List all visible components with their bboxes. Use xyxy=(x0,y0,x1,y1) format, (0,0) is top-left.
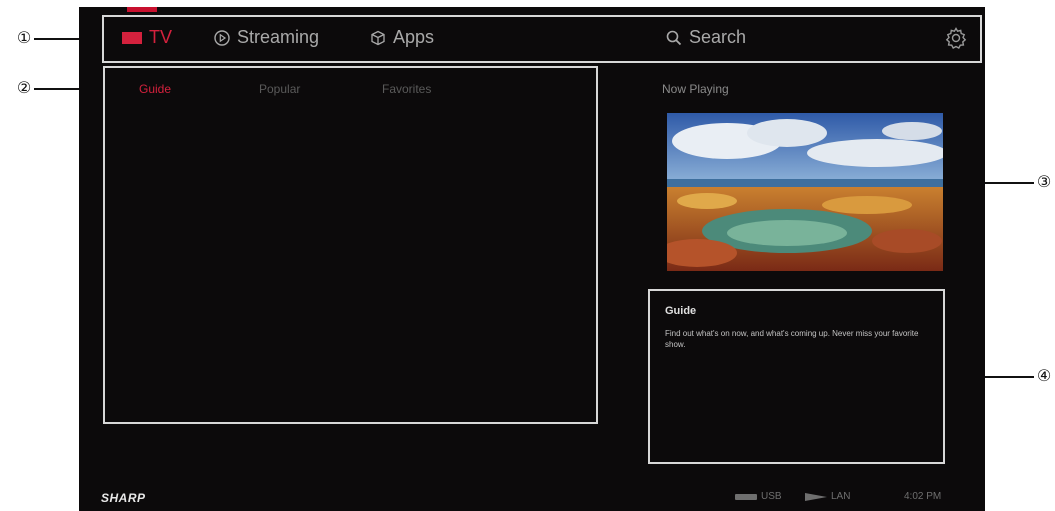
lan-label: LAN xyxy=(831,491,851,502)
nav-streaming-label: Streaming xyxy=(237,27,320,47)
callout-1: ① xyxy=(16,28,32,47)
apps-cube-icon xyxy=(371,30,385,45)
tv-home-screen: TV Streaming Apps Search Guide Popular F… xyxy=(79,7,985,511)
clock: 4:02 PM xyxy=(904,491,942,502)
now-playing-label: Now Playing xyxy=(662,82,729,96)
top-nav: TV Streaming Apps Search xyxy=(102,17,978,61)
landscape-image xyxy=(667,113,943,271)
callout-3: ③ xyxy=(1036,172,1052,191)
nav-search-label: Search xyxy=(689,27,747,47)
nav-tv[interactable]: TV xyxy=(122,27,172,48)
active-indicator xyxy=(127,7,157,12)
play-circle-icon xyxy=(214,29,230,46)
nav-tv-label: TV xyxy=(149,27,173,47)
lan-icon xyxy=(805,492,827,501)
settings-gear-icon[interactable] xyxy=(944,26,968,50)
now-playing-thumbnail[interactable] xyxy=(667,113,943,271)
tv-icon xyxy=(122,31,142,44)
usb-status: USB xyxy=(735,491,782,502)
info-title: Guide xyxy=(665,305,697,317)
callout-4: ④ xyxy=(1036,366,1052,385)
callout-2: ② xyxy=(16,78,32,97)
usb-icon xyxy=(735,493,757,500)
tab-guide[interactable]: Guide xyxy=(139,82,171,96)
guide-panel-highlight xyxy=(103,66,598,424)
tab-favorites[interactable]: Favorites xyxy=(382,82,431,96)
lan-status: LAN xyxy=(805,491,850,502)
usb-label: USB xyxy=(761,491,782,502)
brand-logo: SHARP xyxy=(101,491,146,505)
nav-streaming[interactable]: Streaming xyxy=(214,27,319,48)
tab-popular[interactable]: Popular xyxy=(259,82,300,96)
nav-search[interactable]: Search xyxy=(666,27,746,48)
search-icon xyxy=(666,30,682,45)
nav-apps[interactable]: Apps xyxy=(370,27,434,48)
info-description: Find out what's on now, and what's comin… xyxy=(665,329,919,349)
nav-apps-label: Apps xyxy=(393,27,435,47)
